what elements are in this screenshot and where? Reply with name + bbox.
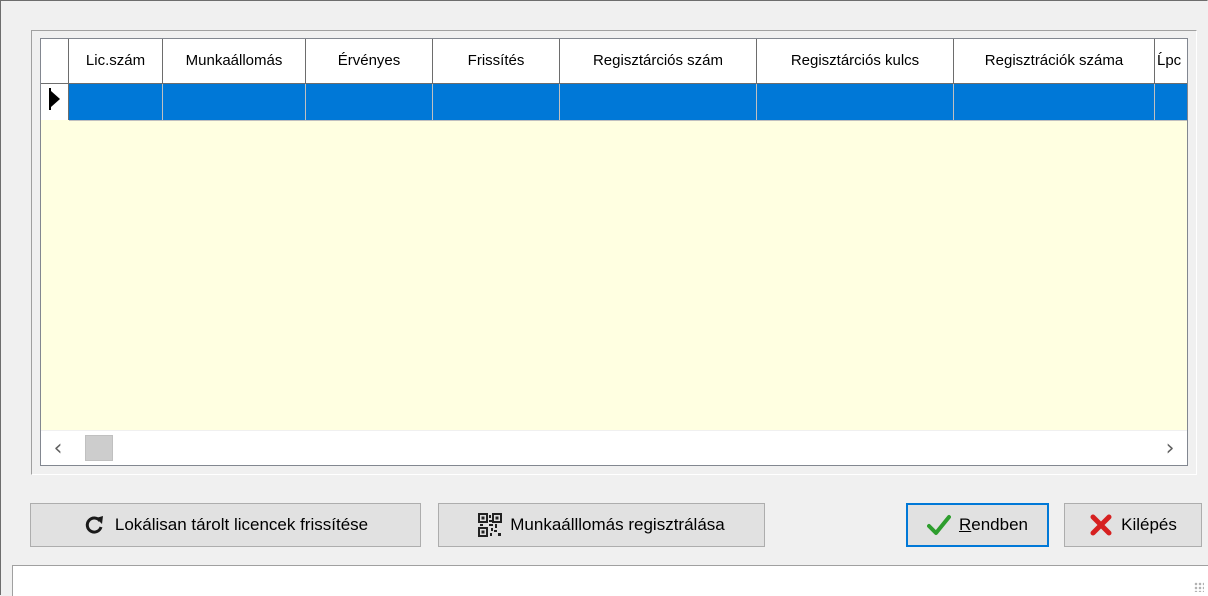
column-header-regisztraciok-szama[interactable]: Regisztrációk száma — [954, 39, 1155, 83]
column-header-frissites[interactable]: Frissítés — [433, 39, 560, 83]
qr-code-icon — [478, 513, 503, 537]
table-cell[interactable] — [306, 84, 433, 120]
table-cell[interactable] — [69, 84, 163, 120]
register-workstation-label: Munkaálllomás regisztrálása — [510, 515, 725, 534]
column-header-ervenyes[interactable]: Érvényes — [306, 39, 433, 83]
scroll-thumb[interactable] — [85, 435, 113, 461]
status-area — [12, 565, 1208, 596]
header-corner — [41, 39, 69, 83]
column-header-regisztracios-kulcs[interactable]: Regisztárciós kulcs — [757, 39, 954, 83]
chevron-left-icon[interactable]: ‹ — [41, 431, 75, 465]
red-x-icon — [1089, 513, 1113, 537]
exit-button[interactable]: Kilépés — [1064, 503, 1202, 547]
refresh-icon — [83, 513, 107, 537]
ok-label: Rendben — [958, 515, 1028, 534]
horizontal-scrollbar[interactable]: ‹ › — [41, 430, 1187, 465]
checkmark-icon — [926, 513, 951, 537]
row-indicator[interactable] — [41, 84, 69, 120]
table-row[interactable] — [69, 84, 1187, 121]
exit-label: Kilépés — [1121, 515, 1177, 534]
grid-header: Lic.szám Munkaállomás Érvényes Frissítés… — [41, 39, 1187, 84]
register-workstation-button[interactable]: Munkaálllomás regisztrálása — [438, 503, 765, 547]
resize-grip-icon[interactable] — [1194, 582, 1204, 592]
table-cell[interactable] — [560, 84, 757, 120]
refresh-licenses-label: Lokálisan tárolt licencek frissítése — [114, 515, 369, 534]
license-grid[interactable]: Lic.szám Munkaállomás Érvényes Frissítés… — [40, 38, 1188, 466]
column-header-lic-szam[interactable]: Lic.szám — [69, 39, 163, 83]
column-header-munkaallomas[interactable]: Munkaállomás — [163, 39, 306, 83]
chevron-right-icon[interactable]: › — [1153, 431, 1187, 465]
column-header-regisztracios-szam[interactable]: Regisztárciós szám — [560, 39, 757, 83]
refresh-licenses-button[interactable]: Lokálisan tárolt licencek frissítése — [30, 503, 421, 547]
table-cell[interactable] — [163, 84, 306, 120]
table-cell[interactable] — [757, 84, 954, 120]
table-cell[interactable] — [954, 84, 1155, 120]
column-header-truncated[interactable]: Ĺpc — [1155, 39, 1187, 83]
table-cell[interactable] — [433, 84, 560, 120]
ok-button[interactable]: Rendben — [906, 503, 1049, 547]
row-pointer-icon — [51, 91, 60, 107]
